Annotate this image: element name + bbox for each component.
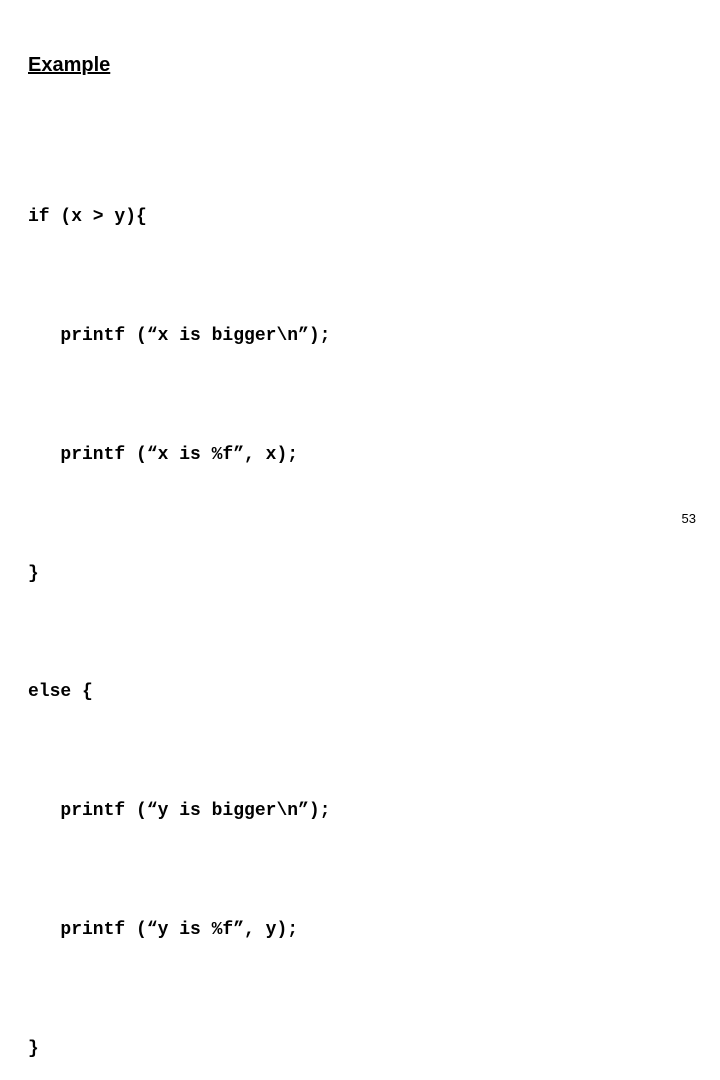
code-line: printf (“y is bigger\n”); — [28, 792, 692, 832]
page-number: 53 — [682, 511, 696, 526]
slide: Example if (x > y){ printf (“x is bigger… — [0, 0, 720, 540]
slide-title: Example — [28, 54, 692, 77]
code-line: printf (“x is %f”, x); — [28, 436, 692, 476]
code-line: if (x > y){ — [28, 198, 692, 238]
code-block: if (x > y){ printf (“x is bigger\n”); pr… — [28, 119, 692, 1080]
code-line: else { — [28, 673, 692, 713]
code-line: printf (“y is %f”, y); — [28, 911, 692, 951]
code-line: printf (“x is bigger\n”); — [28, 317, 692, 357]
code-line: } — [28, 1030, 692, 1070]
code-line: } — [28, 555, 692, 595]
